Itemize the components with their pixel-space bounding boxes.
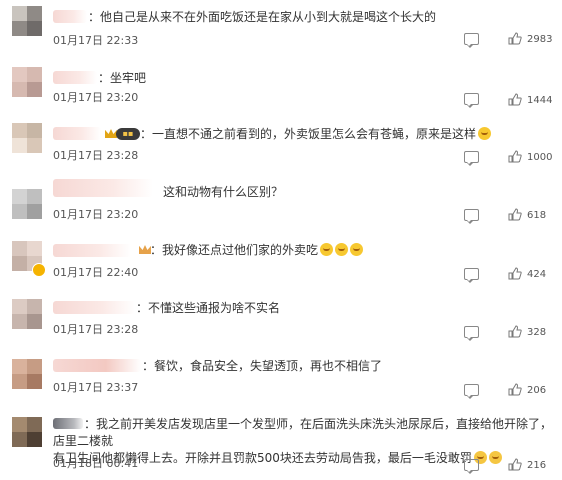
comment-time: 01月17日 22:33 <box>53 34 139 47</box>
reply-icon[interactable] <box>464 459 479 474</box>
username-blurred[interactable] <box>53 359 141 372</box>
username-blurred[interactable] <box>53 244 131 257</box>
like-count: 618 <box>527 210 547 221</box>
gasp-emoji <box>335 243 349 256</box>
comment-text: ：我好像还点过他们家的外卖吃 <box>150 242 364 258</box>
cry-emoji <box>488 451 502 464</box>
comment-time: 01月17日 23:20 <box>53 208 139 221</box>
reply-icon[interactable] <box>464 384 479 399</box>
reply-icon[interactable] <box>464 93 479 108</box>
separator: ： <box>150 243 163 257</box>
comment-time: 01月17日 23:28 <box>53 149 139 162</box>
reply-icon[interactable] <box>464 268 479 283</box>
username-blurred[interactable] <box>53 301 135 314</box>
comment-text: ：一直想不通之前看到的，外卖饭里怎么会有苍蝇，原来是这样 <box>140 126 492 142</box>
comment-time: 01月17日 23:37 <box>53 381 139 394</box>
like-icon[interactable] <box>508 150 522 163</box>
separator: ： <box>140 127 153 141</box>
avatar[interactable] <box>12 189 42 219</box>
like-count: 1000 <box>527 152 553 163</box>
separator: ： <box>84 417 97 431</box>
avatar[interactable] <box>12 359 42 389</box>
thinking-emoji <box>478 127 492 140</box>
comment-text: ：他自己是从来不在外面吃饭还是在家从小到大就是喝这个长大的 <box>88 10 437 24</box>
comment-time: 01月18日 00:41 <box>53 457 139 470</box>
like-icon[interactable] <box>508 325 522 338</box>
like-count: 328 <box>527 327 547 338</box>
gasp-emoji <box>350 243 364 256</box>
comment-text: ：坐牢吧 <box>98 71 147 85</box>
avatar[interactable] <box>12 123 42 153</box>
separator: ： <box>142 359 155 373</box>
reply-icon[interactable] <box>464 33 479 48</box>
comment-text: ：不懂这些通报为啥不实名 <box>136 301 281 315</box>
username-blurred[interactable] <box>53 127 101 140</box>
comment-item: ：他自己是从来不在外面吃饭还是在家从小到大就是喝这个长大的 01月17日 22:… <box>0 0 562 58</box>
comment-text: 这和动物有什么区别？ <box>163 185 284 199</box>
comment-item: ：餐饮，食品安全，失望透顶，再也不相信了 01月17日 23:37 206 <box>0 348 562 406</box>
verified-badge-icon <box>32 263 46 277</box>
like-count: 216 <box>527 460 547 471</box>
comment-time: 01月17日 23:20 <box>53 91 139 104</box>
reply-icon[interactable] <box>464 209 479 224</box>
separator: ： <box>88 10 101 24</box>
comment-time: 01月17日 23:28 <box>53 323 139 336</box>
like-icon[interactable] <box>508 383 522 396</box>
comment-item: 这和动物有什么区别？ 01月17日 23:20 618 <box>0 174 562 232</box>
like-icon[interactable] <box>508 458 522 471</box>
comment-item: ：不懂这些通报为啥不实名 01月17日 23:28 328 <box>0 290 562 348</box>
gasp-emoji <box>320 243 334 256</box>
like-icon[interactable] <box>508 267 522 280</box>
like-count: 1444 <box>527 95 553 106</box>
member-badge-icon: ▪▪ <box>116 128 140 140</box>
like-icon[interactable] <box>508 208 522 221</box>
reply-icon[interactable] <box>464 326 479 341</box>
avatar[interactable] <box>12 6 42 36</box>
separator: ： <box>136 301 149 315</box>
separator: ： <box>98 71 111 85</box>
comment-item: ▪▪ ：一直想不通之前看到的，外卖饭里怎么会有苍蝇，原来是这样 01月17日 2… <box>0 116 562 174</box>
username-blurred[interactable] <box>53 10 87 23</box>
reply-icon[interactable] <box>464 151 479 166</box>
comment-item: ：我好像还点过他们家的外卖吃 01月17日 22:40 424 <box>0 232 562 290</box>
avatar[interactable] <box>12 67 42 97</box>
username-blurred[interactable] <box>53 71 97 84</box>
like-count: 206 <box>527 385 547 396</box>
like-count: 2983 <box>527 34 553 45</box>
username-blurred[interactable] <box>53 179 153 197</box>
like-icon[interactable] <box>508 93 522 106</box>
comment-text: ：餐饮，食品安全，失望透顶，再也不相信了 <box>142 359 383 373</box>
comment-time: 01月17日 22:40 <box>53 266 139 279</box>
comment-item: ：我之前开美发店发现店里一个发型师，在后面洗头床洗头池尿尿后，直接给他开除了，店… <box>0 406 562 480</box>
comment-item: ：坐牢吧 01月17日 23:20 1444 <box>0 58 562 116</box>
avatar[interactable] <box>12 299 42 329</box>
avatar[interactable] <box>12 417 42 447</box>
like-icon[interactable] <box>508 32 522 45</box>
like-count: 424 <box>527 269 547 280</box>
